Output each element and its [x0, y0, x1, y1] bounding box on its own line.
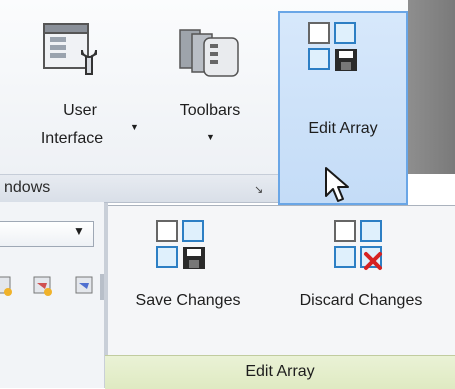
chevron-down-icon: ▼ — [73, 224, 85, 238]
chevron-down-icon: ▼ — [130, 122, 139, 132]
discard-changes-button[interactable]: Discard Changes — [268, 210, 454, 338]
window-wrench-icon — [43, 23, 97, 75]
discard-changes-label: Discard Changes — [299, 292, 423, 309]
toolbar-stack-icon — [179, 29, 239, 77]
save-changes-button[interactable]: Save Changes — [112, 210, 264, 338]
array-save-icon — [308, 22, 357, 71]
array-save-icon — [156, 220, 205, 269]
toolbars-label: Toolbars — [179, 102, 241, 119]
user-interface-label-line1: User — [63, 102, 97, 119]
ribbon-edge-strip — [408, 0, 455, 174]
array-discard-icon — [334, 220, 382, 270]
toolbars-button[interactable]: Toolbars ▼ — [150, 14, 270, 166]
edit-array-label: Edit Array — [308, 120, 378, 137]
mouse-pointer-icon — [325, 167, 349, 202]
user-interface-label-line2: Interface — [40, 130, 104, 147]
layer-tool-icons[interactable] — [0, 274, 104, 300]
dropdown-footer-title: Edit Array — [245, 363, 315, 380]
panel-launcher-icon[interactable]: ↘ — [254, 183, 263, 196]
save-changes-label: Save Changes — [135, 292, 241, 309]
panel-title: ndows — [4, 179, 51, 196]
chevron-down-icon: ▼ — [206, 132, 215, 142]
user-interface-button[interactable]: User Interface ▼ — [20, 14, 140, 166]
